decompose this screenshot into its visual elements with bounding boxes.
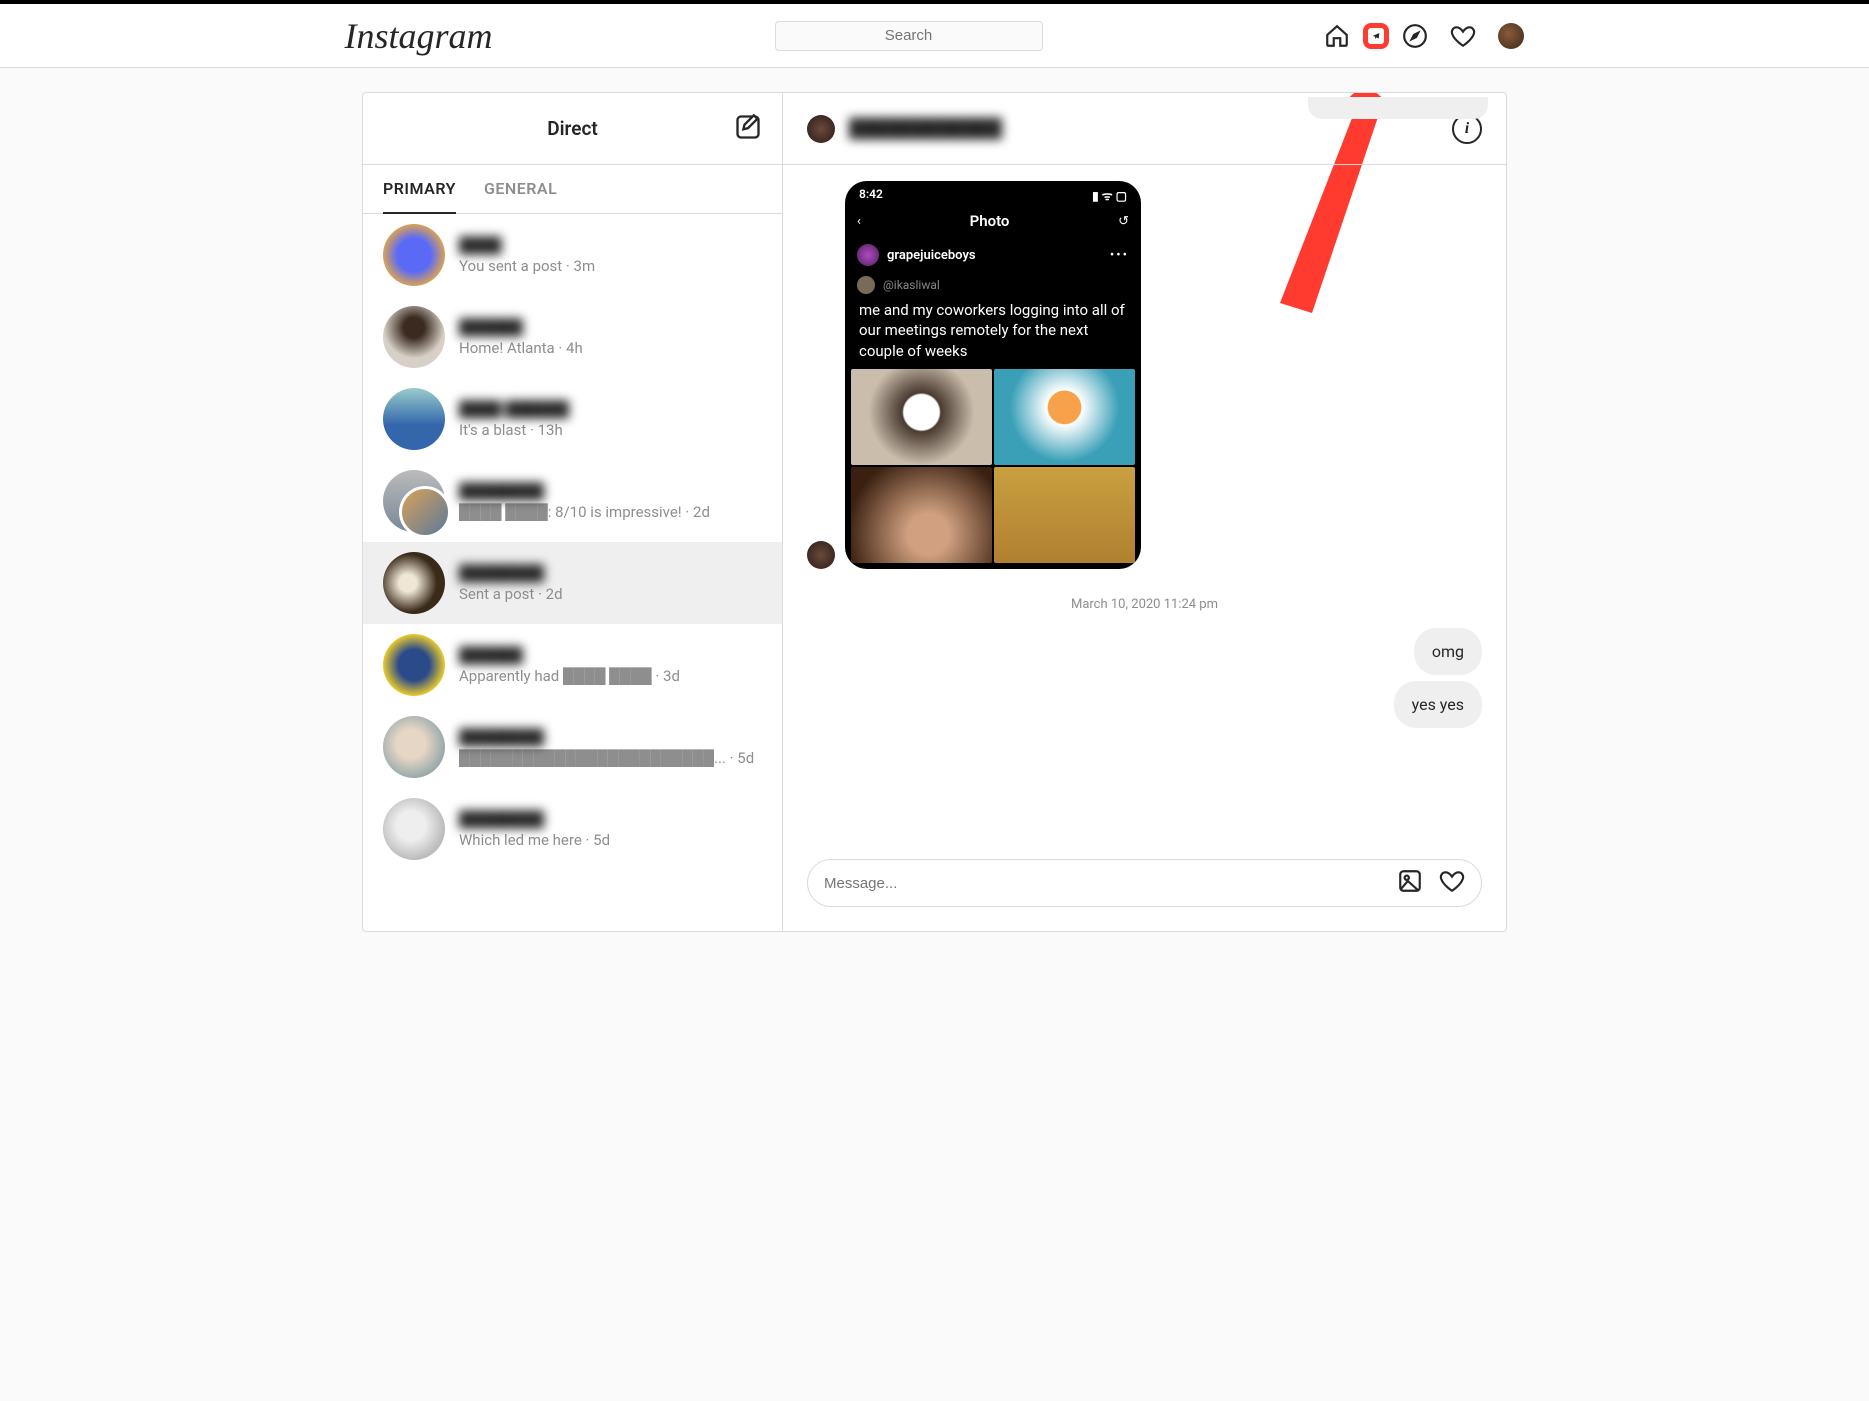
like-heart-icon[interactable] xyxy=(1439,868,1465,898)
thread-name: ██████ xyxy=(459,318,523,336)
shared-post[interactable]: 8:42 ▮ ᯤ ▢ ‹ Photo ↺ grapejuiceboys ••• xyxy=(845,181,1141,569)
thread-avatar xyxy=(383,634,445,696)
post-caption: me and my coworkers logging into all of … xyxy=(845,296,1141,369)
thread-avatar xyxy=(383,306,445,368)
thread-item[interactable]: ████ ██████ It's a blast · 13h xyxy=(363,378,782,460)
thread-avatar xyxy=(383,224,445,286)
refresh-icon: ↺ xyxy=(1118,214,1129,229)
thread-list: ████ You sent a post · 3m ██████ Home! A… xyxy=(363,214,782,931)
direct-title: Direct xyxy=(547,117,598,140)
explore-icon[interactable] xyxy=(1402,23,1428,49)
thread-avatar xyxy=(383,798,445,860)
tab-primary[interactable]: PRIMARY xyxy=(383,165,456,214)
thread-name: ██████ xyxy=(459,646,523,664)
chat-header-avatar[interactable] xyxy=(807,115,835,143)
compose-button[interactable] xyxy=(734,113,762,145)
instagram-logo[interactable]: Instagram xyxy=(345,15,493,57)
thread-avatar xyxy=(383,552,445,614)
message-input-container xyxy=(807,859,1482,907)
thread-item[interactable]: ██████ Apparently had ████ ████ · 3d xyxy=(363,624,782,706)
thread-item[interactable]: ██████ Home! Atlanta · 4h xyxy=(363,296,782,378)
thread-preview: You sent a post · 3m xyxy=(459,257,762,275)
post-account-avatar xyxy=(857,244,879,266)
message-timestamp: March 10, 2020 11:24 pm xyxy=(807,597,1482,612)
more-icon: ••• xyxy=(1110,248,1129,263)
activity-heart-icon[interactable] xyxy=(1450,23,1476,49)
post-nav-title: Photo xyxy=(970,212,1010,230)
thread-item[interactable]: ████████ Which led me here · 5d xyxy=(363,788,782,870)
thread-item[interactable]: ████████ ████████████████████████... · 5… xyxy=(363,706,782,788)
thread-preview: ████ ████: 8/10 is impressive! · 2d xyxy=(459,503,762,521)
conversation-sidebar: Direct PRIMARY GENERAL ████ You sent a p… xyxy=(363,93,783,931)
thread-name: ████████ xyxy=(459,564,544,582)
thread-preview: Which led me here · 5d xyxy=(459,831,762,849)
thread-preview: ████████████████████████... · 5d xyxy=(459,749,762,767)
photo-icon[interactable] xyxy=(1397,868,1423,898)
direct-messages-icon[interactable] xyxy=(1363,23,1389,49)
sent-message-bubble: omg xyxy=(1414,628,1482,675)
message-sender-avatar[interactable] xyxy=(807,541,835,569)
home-icon[interactable] xyxy=(1324,23,1350,49)
thread-name: ████████ xyxy=(459,810,544,828)
post-account-name: grapejuiceboys xyxy=(887,248,976,263)
partial-bubble xyxy=(1308,97,1488,119)
post-image-grid xyxy=(845,369,1141,569)
thread-item[interactable]: ████ You sent a post · 3m xyxy=(363,214,782,296)
thread-name: ████ ██████ xyxy=(459,400,569,418)
thread-avatar xyxy=(383,716,445,778)
post-status-time: 8:42 xyxy=(859,187,883,204)
post-status-icons: ▮ ᯤ ▢ xyxy=(1092,187,1127,204)
search-input[interactable] xyxy=(775,21,1043,51)
thread-name: ████████ xyxy=(459,728,544,746)
chat-panel: ████████████ i 8:42 ▮ ᯤ ▢ ‹ Photo ↺ xyxy=(783,93,1506,931)
message-input[interactable] xyxy=(824,875,1397,892)
profile-avatar[interactable] xyxy=(1498,23,1524,49)
thread-avatar xyxy=(383,388,445,450)
thread-preview: Home! Atlanta · 4h xyxy=(459,339,762,357)
sent-message-bubble: yes yes xyxy=(1394,681,1482,728)
thread-preview: Sent a post · 2d xyxy=(459,585,762,603)
thread-item[interactable]: ████████ ████ ████: 8/10 is impressive! … xyxy=(363,460,782,542)
thread-preview: Apparently had ████ ████ · 3d xyxy=(459,667,762,685)
thread-name: ████████ xyxy=(459,482,544,500)
thread-preview: It's a blast · 13h xyxy=(459,421,762,439)
direct-panel: Direct PRIMARY GENERAL ████ You sent a p… xyxy=(362,92,1507,932)
quoted-handle: @ikasliwal xyxy=(883,278,940,292)
quoted-avatar xyxy=(857,276,875,294)
thread-avatar-group xyxy=(383,470,445,532)
chat-header-name[interactable]: ████████████ xyxy=(849,118,1002,139)
thread-item[interactable]: ████████ Sent a post · 2d xyxy=(363,542,782,624)
back-icon: ‹ xyxy=(857,214,861,229)
thread-name: ████ xyxy=(459,236,502,254)
tab-general[interactable]: GENERAL xyxy=(484,165,557,213)
